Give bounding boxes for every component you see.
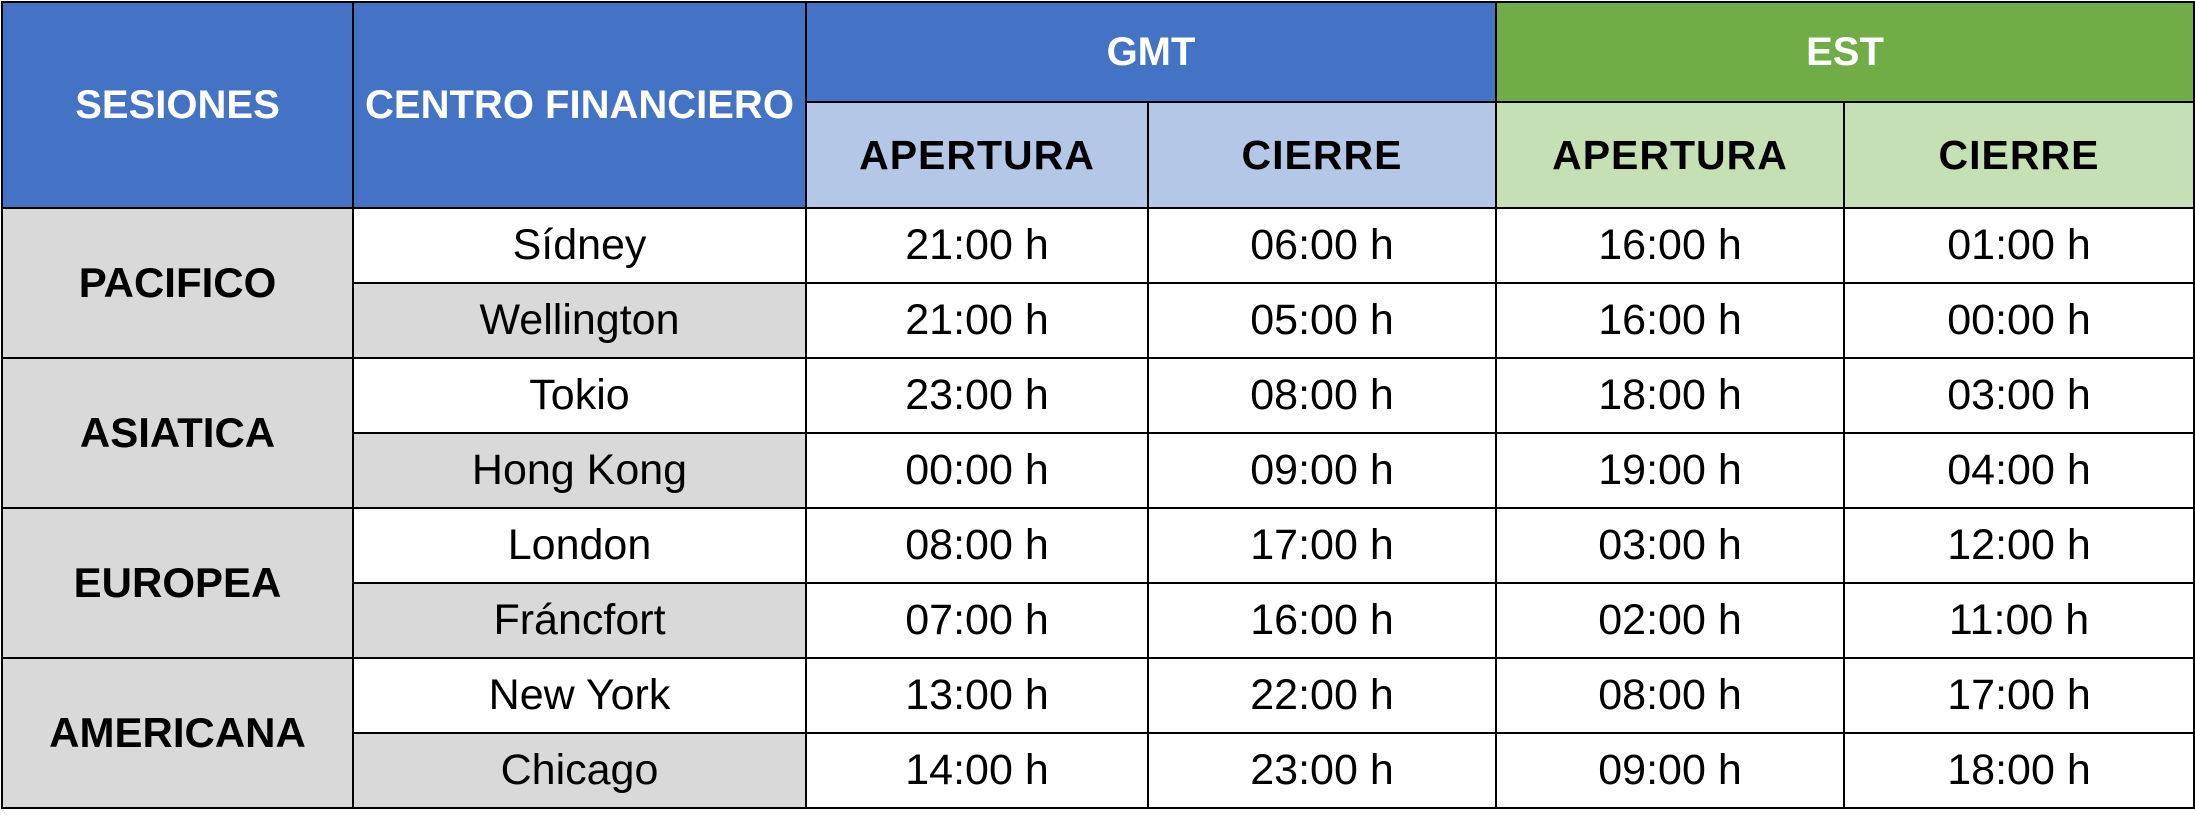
est-open-cell: 08:00 h [1495, 657, 1845, 734]
gmt-open-cell: 21:00 h [805, 207, 1149, 284]
gmt-open-cell: 07:00 h [805, 582, 1149, 659]
est-close-cell: 12:00 h [1843, 507, 2195, 584]
gmt-open-cell: 23:00 h [805, 357, 1149, 434]
header-row-top: SESIONES CENTRO FINANCIERO GMT EST [1, 1, 2195, 209]
gmt-close-cell: 05:00 h [1147, 282, 1497, 359]
forex-sessions-table: SESIONES CENTRO FINANCIERO GMT EST APERT… [1, 1, 2195, 809]
table-row: ASIATICA Tokio 23:00 h 08:00 h 18:00 h 0… [1, 357, 2195, 509]
est-open-cell: 09:00 h [1495, 732, 1845, 809]
header-sesiones: SESIONES [1, 1, 354, 209]
est-close-cell: 03:00 h [1843, 357, 2195, 434]
est-close-cell: 17:00 h [1843, 657, 2195, 734]
city-cell: Fráncfort [352, 582, 807, 659]
gmt-close-cell: 23:00 h [1147, 732, 1497, 809]
est-open-cell: 18:00 h [1495, 357, 1845, 434]
header-gmt-apertura: APERTURA [805, 101, 1149, 209]
est-open-cell: 16:00 h [1495, 207, 1845, 284]
header-est-cierre: CIERRE [1843, 101, 2195, 209]
header-gmt-cierre: CIERRE [1147, 101, 1497, 209]
city-cell: Sídney [352, 207, 807, 284]
city-cell: Chicago [352, 732, 807, 809]
table-row: AMERICANA New York 13:00 h 22:00 h 08:00… [1, 657, 2195, 809]
gmt-close-cell: 09:00 h [1147, 432, 1497, 509]
est-open-cell: 16:00 h [1495, 282, 1845, 359]
est-close-cell: 01:00 h [1843, 207, 2195, 284]
gmt-open-cell: 21:00 h [805, 282, 1149, 359]
gmt-close-cell: 22:00 h [1147, 657, 1497, 734]
header-est: EST [1495, 1, 2195, 103]
gmt-close-cell: 06:00 h [1147, 207, 1497, 284]
city-cell: London [352, 507, 807, 584]
city-cell: Hong Kong [352, 432, 807, 509]
table-row: EUROPEA London 08:00 h 17:00 h 03:00 h 1… [1, 507, 2195, 659]
session-label: EUROPEA [1, 507, 354, 659]
gmt-close-cell: 16:00 h [1147, 582, 1497, 659]
session-label: ASIATICA [1, 357, 354, 509]
est-open-cell: 03:00 h [1495, 507, 1845, 584]
est-close-cell: 04:00 h [1843, 432, 2195, 509]
gmt-close-cell: 08:00 h [1147, 357, 1497, 434]
header-est-apertura: APERTURA [1495, 101, 1845, 209]
gmt-open-cell: 14:00 h [805, 732, 1149, 809]
city-cell: Tokio [352, 357, 807, 434]
est-close-cell: 18:00 h [1843, 732, 2195, 809]
gmt-open-cell: 08:00 h [805, 507, 1149, 584]
gmt-open-cell: 00:00 h [805, 432, 1149, 509]
session-label: PACIFICO [1, 207, 354, 359]
table-row: PACIFICO Sídney 21:00 h 06:00 h 16:00 h … [1, 207, 2195, 359]
gmt-close-cell: 17:00 h [1147, 507, 1497, 584]
city-cell: New York [352, 657, 807, 734]
est-open-cell: 02:00 h [1495, 582, 1845, 659]
est-close-cell: 11:00 h [1843, 582, 2195, 659]
city-cell: Wellington [352, 282, 807, 359]
header-centro-financiero: CENTRO FINANCIERO [352, 1, 807, 209]
est-open-cell: 19:00 h [1495, 432, 1845, 509]
est-close-cell: 00:00 h [1843, 282, 2195, 359]
header-gmt: GMT [805, 1, 1497, 103]
gmt-open-cell: 13:00 h [805, 657, 1149, 734]
session-label: AMERICANA [1, 657, 354, 809]
